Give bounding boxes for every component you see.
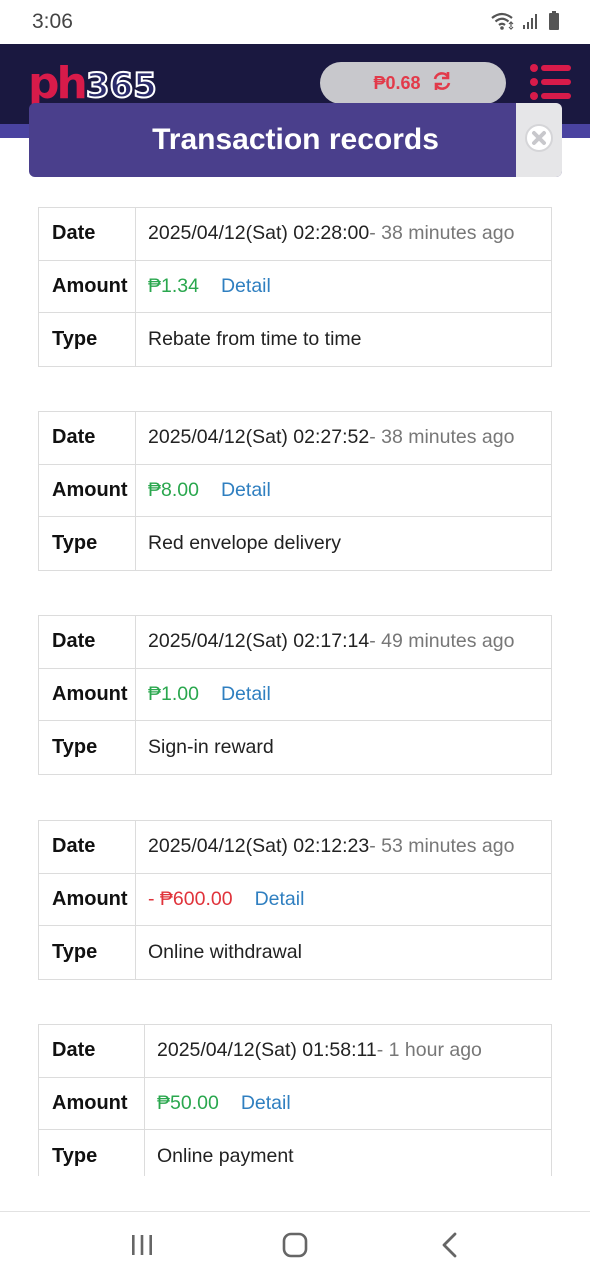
wifi-icon: [490, 11, 514, 36]
transaction-record: Date 2025/04/12(Sat) 02:27:52- 38 minute…: [38, 411, 552, 571]
date-label: Date: [39, 821, 136, 873]
amount-value: ₱1.34 Detail: [136, 261, 551, 313]
date-value: 2025/04/12(Sat) 02:28:00- 38 minutes ago: [136, 208, 551, 260]
date-text: 2025/04/12(Sat) 02:28:00: [148, 222, 370, 245]
amount-label: Amount: [39, 464, 136, 516]
type-value: Rebate from time to time: [148, 327, 362, 350]
status-time: 3:06: [32, 10, 73, 33]
type-label: Type: [39, 313, 136, 366]
type-value: Online withdrawal: [148, 940, 302, 963]
type-value: Sign-in reward: [148, 735, 274, 758]
type-label: Type: [39, 517, 136, 570]
detail-link[interactable]: Detail: [221, 683, 271, 706]
amount-label: Amount: [39, 260, 136, 312]
modal-title-bar: Transaction records: [29, 103, 562, 177]
record-type-row: Type Red envelope delivery: [39, 517, 551, 570]
date-label: Date: [39, 1025, 145, 1077]
signal-icon: [522, 12, 540, 35]
time-ago: - 53 minutes ago: [369, 835, 515, 858]
amount-value: ₱8.00 Detail: [136, 465, 551, 517]
record-type-row: Type Online withdrawal: [39, 926, 551, 979]
transaction-record: Date 2025/04/12(Sat) 02:12:23- 53 minute…: [38, 820, 552, 980]
record-type-row: Type Online payment: [39, 1130, 551, 1176]
home-icon[interactable]: [275, 1230, 315, 1260]
amount-value: - ₱600.00 Detail: [136, 874, 551, 926]
date-text: 2025/04/12(Sat) 02:17:14: [148, 630, 370, 653]
amount-label: Amount: [39, 668, 136, 720]
status-icons: [490, 11, 560, 36]
status-bar: 3:06: [0, 0, 590, 44]
balance-pill[interactable]: ₱0.68: [320, 62, 506, 104]
amount-label: Amount: [39, 873, 136, 925]
date-label: Date: [39, 412, 136, 464]
record-amount-row: Amount ₱50.00 Detail: [39, 1077, 551, 1130]
detail-link[interactable]: Detail: [221, 479, 271, 502]
date-value: 2025/04/12(Sat) 02:27:52- 38 minutes ago: [136, 412, 551, 464]
back-icon[interactable]: [430, 1230, 470, 1260]
amount-text: - ₱600.00: [148, 887, 233, 910]
amount-value: ₱1.00 Detail: [136, 669, 551, 721]
amount-text: ₱1.00: [148, 682, 199, 705]
date-text: 2025/04/12(Sat) 01:58:11: [157, 1039, 377, 1062]
time-ago: - 38 minutes ago: [369, 222, 515, 245]
record-type-row: Type Sign-in reward: [39, 721, 551, 774]
date-value: 2025/04/12(Sat) 02:17:14- 49 minutes ago: [136, 616, 551, 668]
amount-value: ₱50.00 Detail: [145, 1078, 551, 1130]
detail-link[interactable]: Detail: [241, 1092, 291, 1115]
amount-label: Amount: [39, 1077, 145, 1129]
record-amount-row: Amount ₱8.00 Detail: [39, 464, 551, 517]
balance-value: ₱0.68: [373, 72, 421, 93]
date-value: 2025/04/12(Sat) 01:58:11- 1 hour ago: [145, 1025, 551, 1077]
site-logo[interactable]: ph 365: [28, 58, 158, 109]
menu-icon[interactable]: [526, 62, 574, 102]
detail-link[interactable]: Detail: [221, 275, 271, 298]
amount-text: ₱50.00: [157, 1091, 219, 1114]
date-text: 2025/04/12(Sat) 02:12:23: [148, 835, 370, 858]
time-ago: - 38 minutes ago: [369, 426, 515, 449]
record-date-row: Date 2025/04/12(Sat) 01:58:11- 1 hour ag…: [39, 1025, 551, 1078]
type-label: Type: [39, 926, 136, 979]
type-value: Red envelope delivery: [148, 531, 341, 554]
type-value: Online payment: [157, 1144, 294, 1167]
logo-text-num: 365: [85, 65, 158, 107]
record-amount-row: Amount - ₱600.00 Detail: [39, 873, 551, 926]
date-value: 2025/04/12(Sat) 02:12:23- 53 minutes ago: [136, 821, 551, 873]
record-type-row: Type Rebate from time to time: [39, 313, 551, 366]
refresh-icon[interactable]: [431, 70, 453, 97]
time-ago: - 1 hour ago: [376, 1039, 482, 1062]
record-amount-row: Amount ₱1.34 Detail: [39, 260, 551, 313]
transaction-record: Date 2025/04/12(Sat) 01:58:11- 1 hour ag…: [38, 1024, 552, 1176]
recents-icon[interactable]: [122, 1230, 162, 1260]
transaction-record: Date 2025/04/12(Sat) 02:17:14- 49 minute…: [38, 615, 552, 775]
time-ago: - 49 minutes ago: [369, 630, 515, 653]
system-nav-bar: [0, 1212, 590, 1280]
modal-title: Transaction records: [152, 123, 439, 156]
record-date-row: Date 2025/04/12(Sat) 02:27:52- 38 minute…: [39, 412, 551, 465]
battery-icon: [548, 11, 560, 36]
record-amount-row: Amount ₱1.00 Detail: [39, 668, 551, 721]
date-text: 2025/04/12(Sat) 02:27:52: [148, 426, 370, 449]
detail-link[interactable]: Detail: [255, 888, 305, 911]
close-button[interactable]: [516, 103, 562, 177]
date-label: Date: [39, 616, 136, 668]
date-label: Date: [39, 208, 136, 260]
amount-text: ₱8.00: [148, 478, 199, 501]
type-label: Type: [39, 721, 136, 774]
record-date-row: Date 2025/04/12(Sat) 02:17:14- 49 minute…: [39, 616, 551, 669]
close-icon[interactable]: [524, 123, 554, 158]
type-label: Type: [39, 1130, 145, 1176]
transaction-record: Date 2025/04/12(Sat) 02:28:00- 38 minute…: [38, 207, 552, 367]
record-date-row: Date 2025/04/12(Sat) 02:12:23- 53 minute…: [39, 821, 551, 874]
amount-text: ₱1.34: [148, 274, 199, 297]
logo-text-ph: ph: [28, 58, 88, 109]
record-date-row: Date 2025/04/12(Sat) 02:28:00- 38 minute…: [39, 208, 551, 261]
